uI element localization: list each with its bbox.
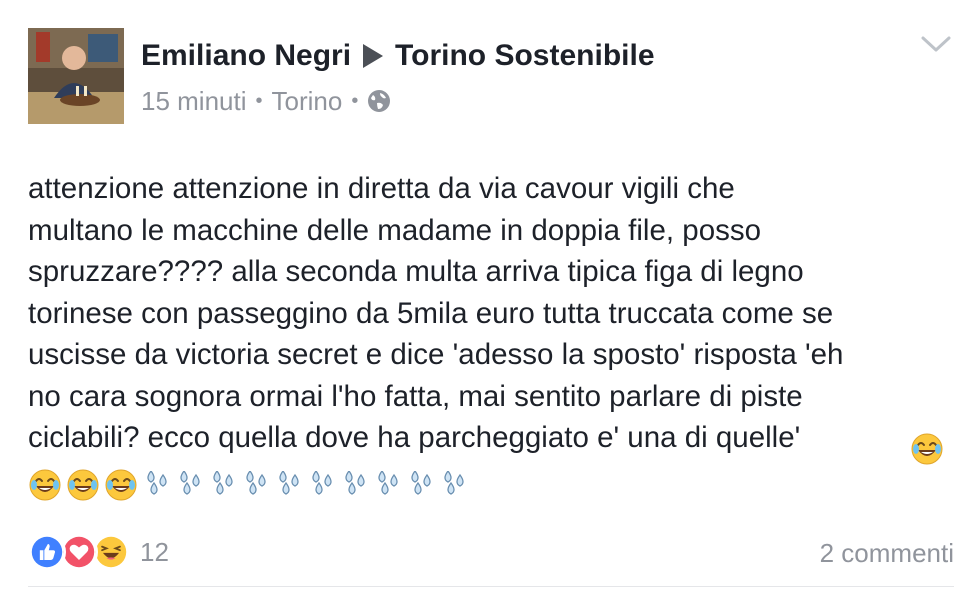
comments-count-link[interactable]: 2 commenti [820, 536, 954, 570]
laughing-emoji-icon [105, 469, 137, 501]
sweat-droplets-icon [411, 471, 431, 495]
author-name[interactable]: Emiliano Negri [141, 39, 351, 73]
emoji-row [28, 467, 472, 503]
post-message: attenzione attenzione in diretta da via … [28, 172, 844, 454]
sweat-droplets-icon [444, 471, 464, 495]
reactions-summary[interactable]: 12 [28, 532, 169, 572]
sweat-droplets-icon [246, 471, 266, 495]
post-card: Emiliano Negri Torino Sostenibile 15 min… [0, 0, 980, 593]
separator-dot: • [255, 89, 263, 112]
post-location[interactable]: Torino [272, 86, 343, 117]
chevron-down-icon[interactable] [920, 34, 952, 54]
reaction-count[interactable]: 12 [140, 537, 169, 568]
post-header-title: Emiliano Negri Torino Sostenibile [141, 36, 655, 76]
sweat-droplets-icon [147, 471, 167, 495]
footer-divider [28, 586, 954, 587]
share-arrow-icon [363, 44, 384, 68]
separator-dot: • [351, 89, 359, 112]
avatar-photo [28, 28, 124, 124]
post-meta: 15 minuti • Torino • [141, 84, 391, 118]
post-time[interactable]: 15 minuti [141, 86, 247, 117]
sweat-droplets-icon [180, 471, 200, 495]
globe-icon [367, 89, 391, 113]
sweat-droplets-icon [279, 471, 299, 495]
like-icon [28, 533, 66, 571]
sweat-droplets-icon [345, 471, 365, 495]
author-avatar[interactable] [28, 28, 124, 124]
group-name[interactable]: Torino Sostenibile [395, 39, 654, 73]
sweat-droplets-icon [312, 471, 332, 495]
laughing-emoji-icon [67, 469, 99, 501]
laughing-emoji-icon [29, 469, 61, 501]
sweat-drops-group [142, 471, 472, 499]
laughing-emoji-icon [911, 433, 943, 465]
sweat-droplets-icon [213, 471, 233, 495]
sweat-droplets-icon [378, 471, 398, 495]
